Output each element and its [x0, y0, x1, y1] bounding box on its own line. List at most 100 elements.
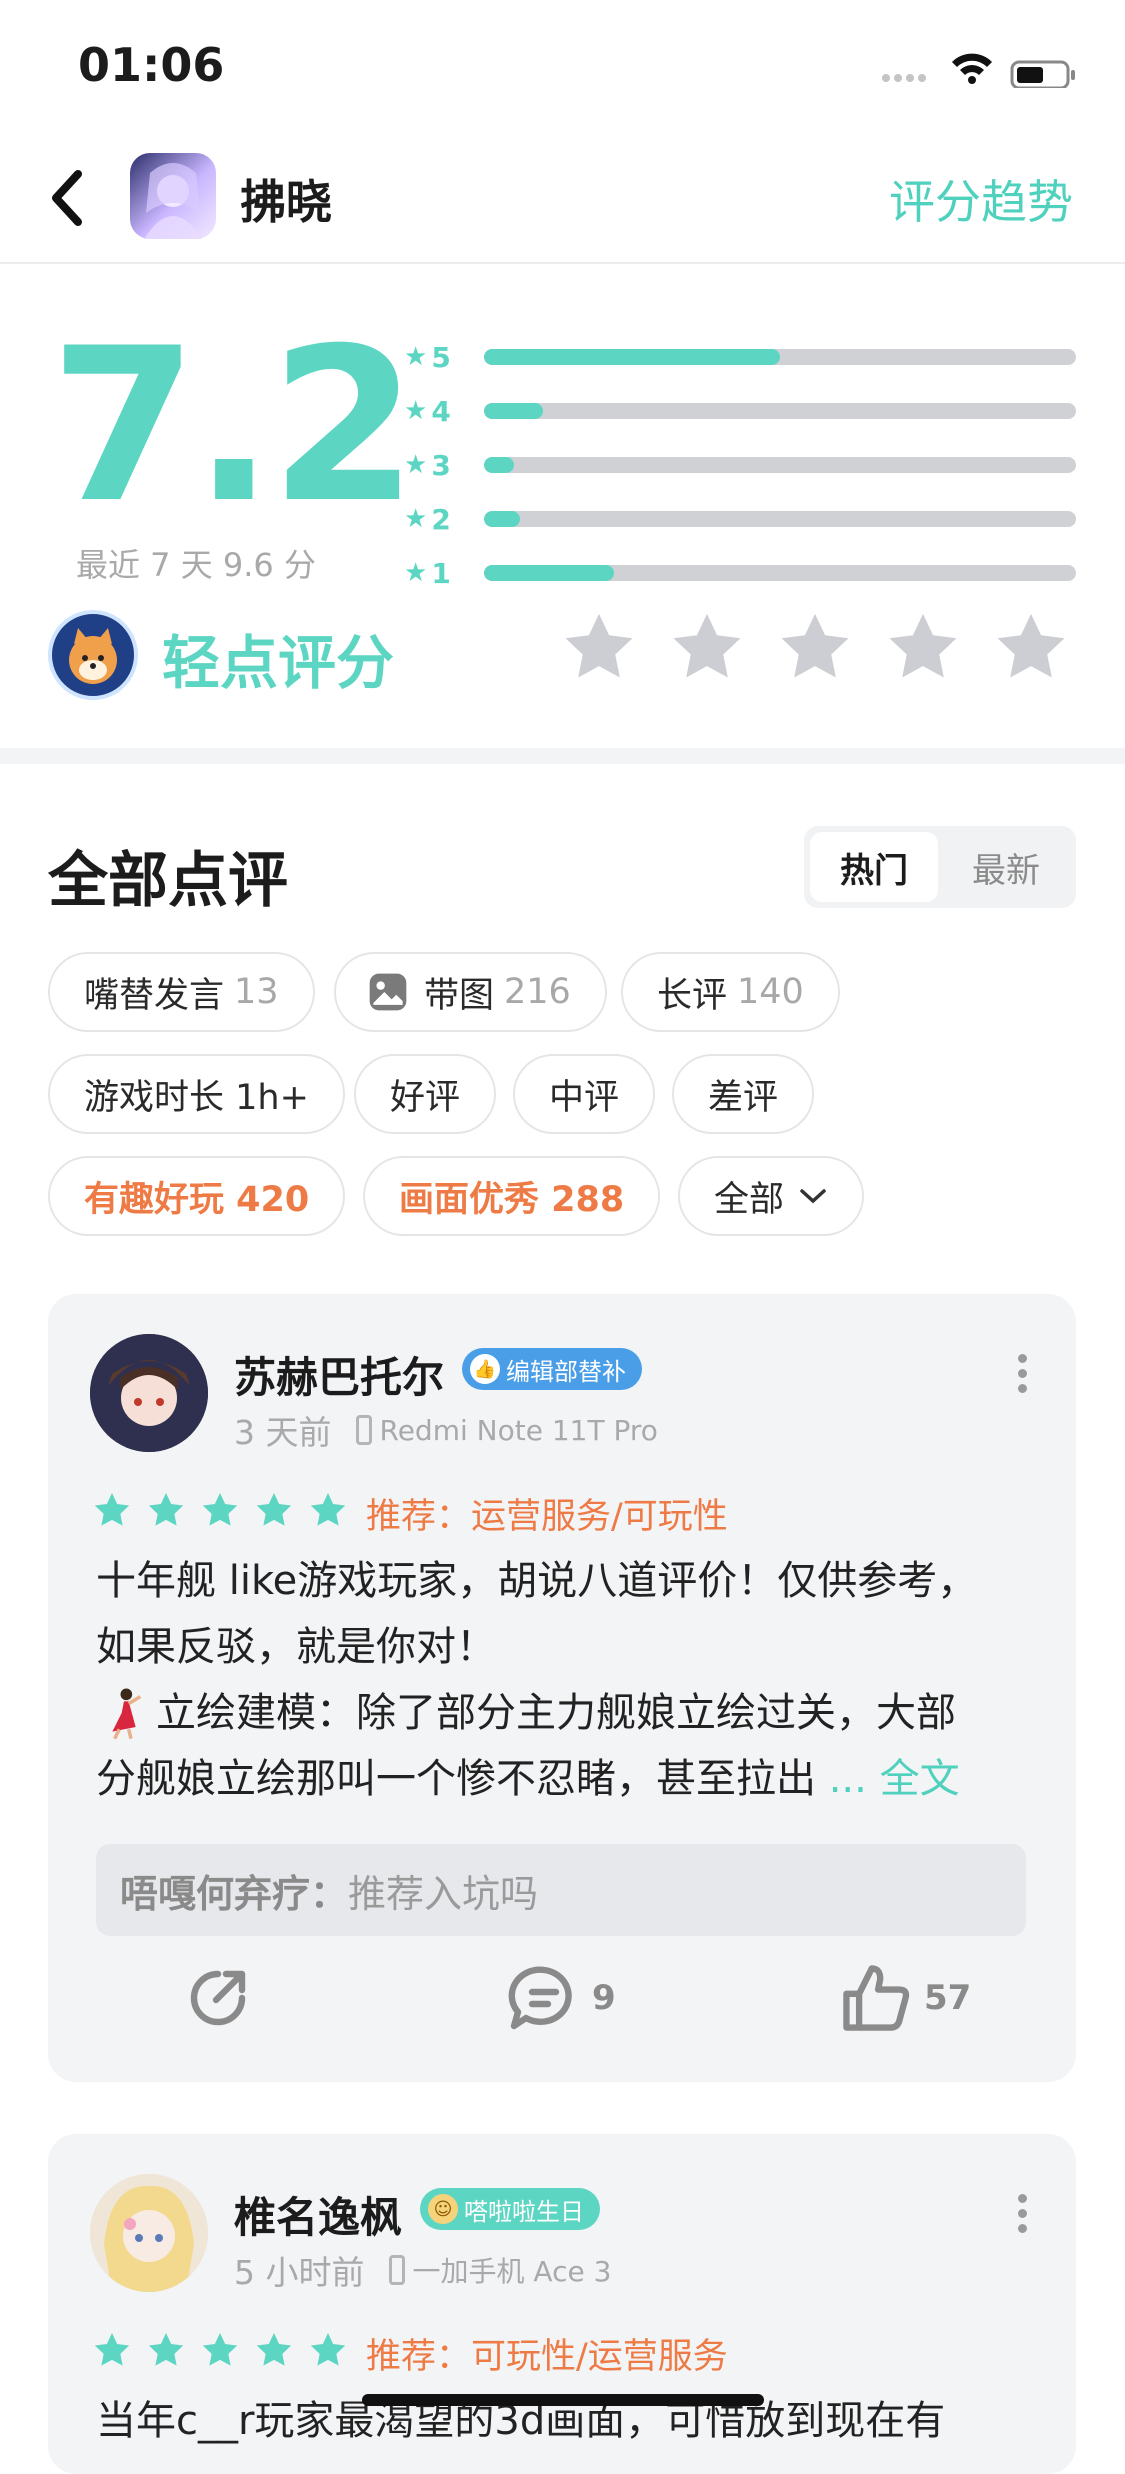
status-icons [882, 53, 1075, 88]
rate-star-5-icon[interactable] [992, 608, 1070, 686]
filter-chip-with-image[interactable]: 带图 216 [334, 952, 607, 1032]
nav-divider [0, 262, 1125, 264]
review-body[interactable]: 十年舰 like游戏玩家，胡说八道评价！仅供参考， 如果反驳，就是你对！ 立绘建… [96, 1548, 1016, 1812]
rate-star-4-icon[interactable] [884, 608, 962, 686]
sort-hot-tab[interactable]: 热门 [810, 832, 938, 902]
star-filled-icon [310, 1493, 346, 1526]
review-meta: 3 天前 Redmi Note 11T Pro [234, 1406, 658, 1454]
filter-chip-negative[interactable]: 差评 [672, 1054, 815, 1134]
comment-count: 9 [592, 1978, 616, 2018]
chip-label: 带图 [424, 975, 495, 1016]
review-time: 5 小时前 [234, 2253, 365, 2292]
read-more-link[interactable]: ... 全文 [829, 1756, 960, 1802]
chip-count: 13 [234, 972, 279, 1012]
reviewer-avatar[interactable] [90, 2174, 208, 2292]
chip-label: 画面优秀 288 [399, 1179, 625, 1220]
chip-label: 好评 [390, 1077, 461, 1118]
rating-bar-fill [484, 349, 780, 365]
recommend-tags: 推荐：运营服务/可玩性 [366, 1497, 728, 1537]
average-score: 7.2 [50, 302, 418, 549]
all-reviews-title: 全部点评 [48, 846, 288, 916]
back-icon[interactable] [48, 168, 88, 228]
game-title: 拂晓 [240, 175, 332, 229]
star-filled-icon [148, 2333, 184, 2366]
mascot-avatar [48, 610, 138, 700]
chip-label: 嘴替发言 [84, 975, 225, 1016]
phone-icon [355, 1415, 372, 1445]
reply-text: 推荐入坑吗 [348, 1871, 539, 1916]
star-filled-icon [310, 2333, 346, 2366]
comment-icon [508, 1966, 572, 2030]
review-meta: 5 小时前 一加手机 Ace 3 [234, 2246, 611, 2294]
review-card[interactable]: 苏赫巴托尔 👍 编辑部替补 3 天前 Redmi Note 11T Pro 推荐… [48, 1294, 1076, 2082]
review-line: 十年舰 like游戏玩家，胡说八道评价！仅供参考， [96, 1558, 978, 1604]
more-options-icon[interactable] [1018, 2188, 1028, 2239]
small-star-icon: ★ [404, 558, 428, 588]
rating-bar-track [484, 565, 1076, 581]
rate-star-2-icon[interactable] [668, 608, 746, 686]
rating-distribution: ★ 5 ★ 4 ★ 3 ★ 2 ★ 1 [404, 330, 1076, 600]
chip-label: 差评 [708, 1077, 779, 1118]
filter-chip-long-review[interactable]: 长评 140 [621, 952, 840, 1032]
rating-bar-track [484, 403, 1076, 419]
sort-latest-tab[interactable]: 最新 [942, 832, 1070, 902]
like-count: 57 [924, 1978, 972, 2018]
signal-icon [882, 74, 926, 82]
chip-label: 长评 [657, 975, 728, 1016]
share-button[interactable] [182, 1962, 254, 2034]
filter-chip-graphics[interactable]: 画面优秀 288 [363, 1156, 661, 1236]
rating-bar-label: ★ 4 [404, 394, 451, 428]
small-star-icon: ★ [404, 396, 428, 426]
rating-bar-track [484, 511, 1076, 527]
recommend-tags: 推荐：可玩性/运营服务 [366, 2337, 728, 2377]
review-device: 一加手机 Ace 3 [412, 2255, 612, 2288]
filter-chip-fun[interactable]: 有趣好玩 420 [48, 1156, 346, 1236]
more-options-icon[interactable] [1018, 1348, 1028, 1399]
like-button[interactable]: 57 [838, 1960, 971, 2036]
wifi-icon [952, 53, 992, 84]
reviewer-avatar[interactable] [90, 1334, 208, 1452]
rate-star-1-icon[interactable] [560, 608, 638, 686]
reviewer-name[interactable]: 椎名逸枫 [234, 2184, 402, 2245]
star-filled-icon [202, 1493, 238, 1526]
rating-bar-track [484, 457, 1076, 473]
filter-chip-positive[interactable]: 好评 [354, 1054, 497, 1134]
filter-chip-playtime[interactable]: 游戏时长 1h+ [48, 1054, 345, 1134]
rating-bar-fill [484, 403, 544, 419]
filter-chip-all[interactable]: 全部 [678, 1156, 865, 1236]
reply-user: 唔嘎何弃疗： [120, 1871, 349, 1916]
rating-bar-row: ★ 3 [404, 438, 1076, 492]
phone-icon [388, 2255, 405, 2285]
star-filled-icon [94, 2333, 130, 2366]
chip-count: 216 [504, 972, 571, 1012]
chevron-down-icon [800, 1189, 826, 1204]
rating-bar-fill [484, 457, 514, 473]
top-reply[interactable]: 唔嘎何弃疗： 推荐入坑吗 [96, 1844, 1026, 1936]
star-filled-icon [202, 2333, 238, 2366]
reviewer-name[interactable]: 苏赫巴托尔 [234, 1344, 444, 1405]
rating-trend-link[interactable]: 评分趋势 [889, 166, 1073, 232]
chip-label: 中评 [549, 1077, 620, 1118]
badge-label: 嗒啦啦生日 [464, 2197, 584, 2226]
share-icon [190, 1970, 246, 2026]
comment-button[interactable]: 9 [506, 1962, 616, 2034]
star-filled-icon [148, 1493, 184, 1526]
review-card[interactable]: 椎名逸枫 ☺ 嗒啦啦生日 5 小时前 一加手机 Ace 3 推荐：可玩性/运营服… [48, 2134, 1076, 2474]
game-icon [130, 153, 216, 239]
rating-bar-row: ★ 1 [404, 546, 1076, 600]
filter-chip-quotes[interactable]: 嘴替发言 13 [48, 952, 315, 1032]
filter-chip-neutral[interactable]: 中评 [513, 1054, 656, 1134]
thumbs-up-icon [843, 1965, 910, 2031]
review-device: Redmi Note 11T Pro [379, 1413, 658, 1447]
dancer-emoji-icon [112, 1688, 142, 1740]
star-filled-icon [94, 1493, 130, 1526]
badge-label: 编辑部替补 [506, 1357, 626, 1386]
rate-star-3-icon[interactable] [776, 608, 854, 686]
review-line: 如果反驳，就是你对！ [96, 1624, 496, 1670]
sort-toggle: 热门 最新 [804, 826, 1076, 908]
rate-stars [560, 608, 1070, 686]
review-stars [92, 2330, 348, 2370]
small-star-icon: ★ [404, 342, 428, 372]
rating-bar-fill [484, 511, 520, 527]
home-indicator[interactable] [362, 2394, 764, 2406]
